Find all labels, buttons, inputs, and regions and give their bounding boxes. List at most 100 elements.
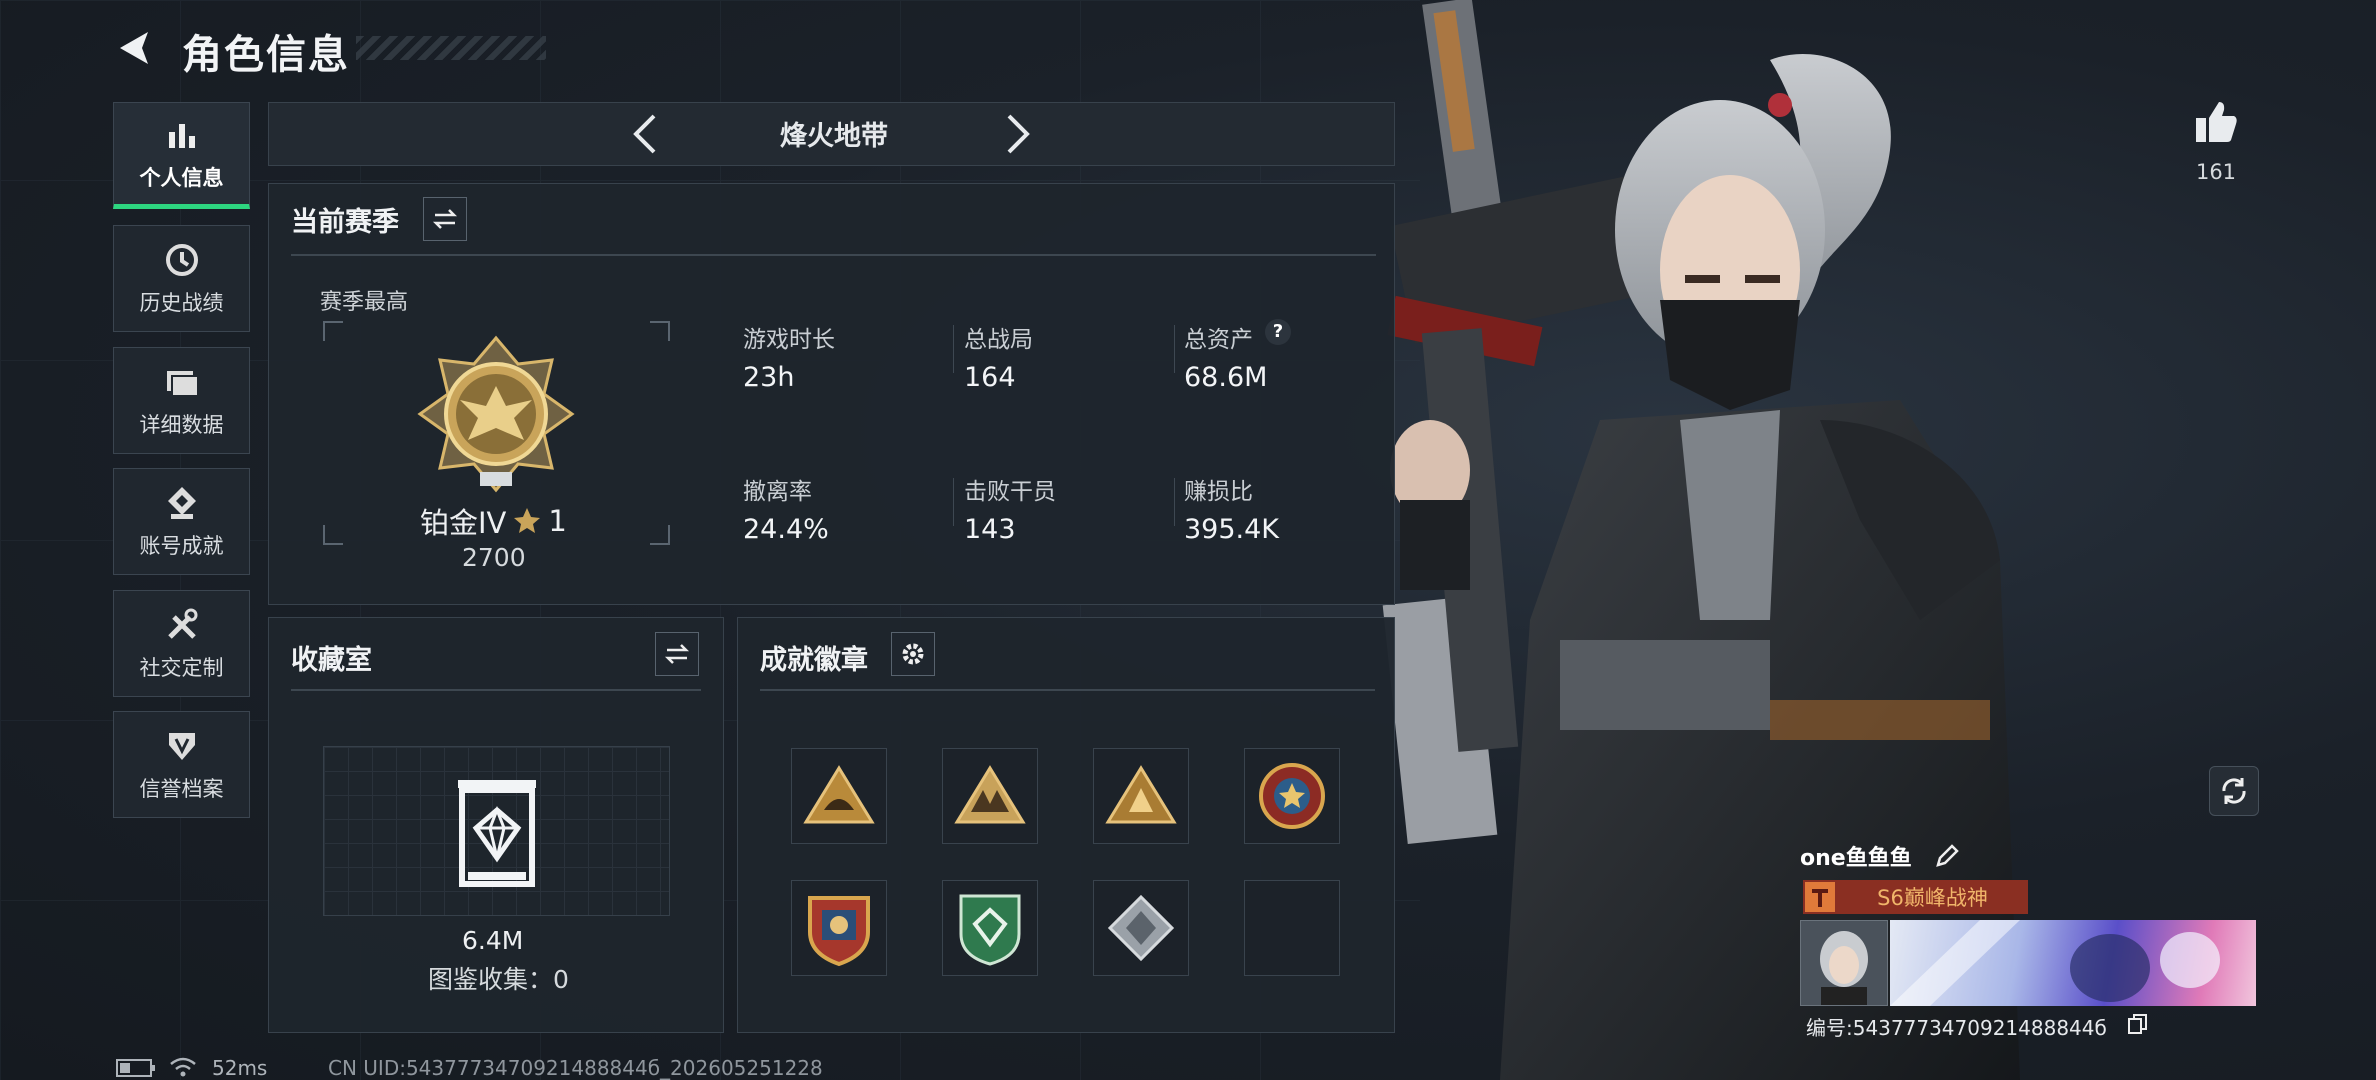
sidebar-item-label: 历史战绩 [139,290,224,315]
stat-value: 24.4% [743,514,829,545]
name-card-banner[interactable] [1890,920,2256,1006]
season-title: 当前赛季 [291,207,399,238]
thumbs-up-icon[interactable] [2192,98,2240,146]
badge-slot[interactable] [1244,748,1340,844]
switch-season-button[interactable] [423,197,467,241]
folder-icon [166,370,199,397]
character-artwork [1382,0,2020,1080]
shield-icon [168,732,195,760]
stat-label: 总资产 [1184,327,1253,353]
collection-title: 收藏室 [291,645,372,676]
star-icon [514,508,541,533]
badge-slot[interactable] [1093,880,1189,976]
tools-icon [167,608,197,639]
swap-icon [432,209,458,229]
season-highest-label: 赛季最高 [320,290,409,315]
help-icon[interactable]: ? [1265,319,1291,345]
badge-slot[interactable] [791,880,887,976]
collection-value: 6.4M [462,926,524,955]
switch-collection-button[interactable] [655,632,699,676]
sidebar-item-label: 社交定制 [139,655,224,680]
chevron-left-icon[interactable] [630,112,660,156]
sidebar-item-personal-info[interactable]: 个人信息 [113,102,250,209]
sidebar-item-history[interactable]: 历史战绩 [113,225,250,332]
stat-separator [953,325,954,373]
sidebar-item-label: 信誉档案 [139,776,224,801]
badge-settings-button[interactable] [891,632,935,676]
wifi-icon [170,1057,196,1077]
stat-label: 游戏时长 [743,327,835,353]
uid-text: CN UID:5437773470921488844б_202605251228 [328,1056,823,1080]
clock-icon [165,243,198,276]
panel-divider [291,689,701,691]
rank-line: 铂金IV 1 [420,500,567,542]
frame-corner [323,321,343,341]
chevron-right-icon[interactable] [1003,112,1033,156]
stat-label: 击败干员 [964,479,1056,505]
panel-divider [291,254,1376,256]
title-tag: S6巅峰战神 [1803,880,2028,914]
sidebar-item-label: 详细数据 [139,412,224,437]
stat-value: 68.6M [1184,362,1268,393]
stat-value: 143 [964,514,1016,545]
badge-slot[interactable] [942,748,1038,844]
title-tag-text: S6巅峰战神 [1877,886,1988,910]
triangle-badge-icon [1105,765,1177,824]
frame-corner [650,321,670,341]
stat-value: 395.4K [1184,514,1280,545]
stat-label: 赚损比 [1184,479,1253,505]
rank-score: 2700 [462,543,526,572]
copy-icon[interactable] [2126,1012,2150,1036]
page-title: 角色信息 [182,32,350,78]
panel-divider [760,689,1375,691]
round-star-badge-icon [1259,763,1325,829]
rank-name: 铂金IV [420,506,507,540]
frame-corner [323,525,343,545]
stat-separator [953,478,954,526]
achievement-icon [167,486,196,519]
name-card-artwork [1890,920,2220,1006]
player-id: 编号:5437773470921488844б [1806,1016,2107,1040]
empty-badge-slot[interactable] [1244,880,1340,976]
refresh-icon [2222,778,2246,804]
stat-value: 164 [964,362,1016,393]
badge-slot[interactable] [1093,748,1189,844]
likes-count: 161 [2195,160,2237,184]
stat-label: 总战局 [964,327,1033,353]
edit-pencil-icon[interactable] [1934,843,1960,869]
stat-value: 23h [743,362,795,393]
badge-slot[interactable] [791,748,887,844]
stat-label: 撤离率 [743,479,812,505]
sidebar-item-social-custom[interactable]: 社交定制 [113,590,250,697]
battery-icon [116,1059,155,1077]
back-arrow-icon[interactable] [112,26,156,70]
badge-slot[interactable] [942,880,1038,976]
avatar[interactable] [1800,920,1888,1006]
mode-label: 烽火地带 [780,121,888,152]
swap-icon [664,644,690,664]
triangle-badge-icon [954,765,1026,824]
sidebar-item-account-achievements[interactable]: 账号成就 [113,468,250,575]
collection-caption: 图鉴收集：0 [428,965,569,994]
green-shield-badge-icon [959,894,1021,966]
frame-corner [650,525,670,545]
bar-chart-icon [168,123,195,148]
stat-separator [1174,325,1175,373]
title-emblem-icon [1805,882,1835,912]
ping-text: 52ms [212,1056,268,1080]
avatar-portrait [1801,921,1887,1005]
refresh-button[interactable] [2209,766,2259,816]
sidebar-item-detailed-data[interactable]: 详细数据 [113,347,250,454]
title-decoration [356,36,546,60]
triangle-badge-icon [803,765,875,824]
collection-vault-icon [458,780,536,887]
sidebar-item-credit-record[interactable]: 信誉档案 [113,711,250,818]
rank-emblem-icon [417,335,575,493]
shield-badge-icon [808,896,870,967]
sidebar-item-label: 个人信息 [139,165,224,190]
diamond-badge-icon [1107,894,1175,962]
player-name: one鱼鱼鱼 [1800,846,1912,871]
gear-icon [902,643,924,665]
stat-separator [1174,478,1175,526]
sidebar-item-label: 账号成就 [139,533,224,558]
